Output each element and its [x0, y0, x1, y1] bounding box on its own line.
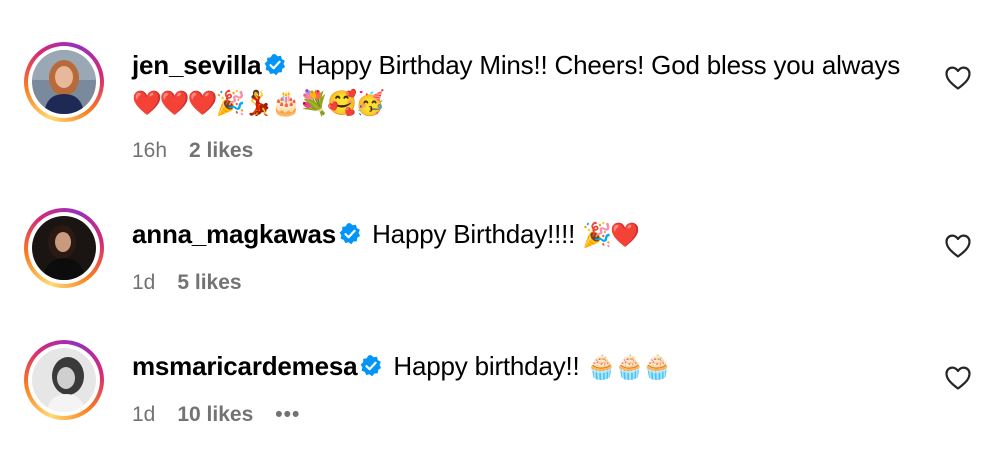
comment-likes-count[interactable]: 10 likes	[177, 403, 253, 426]
comment-username[interactable]: msmaricardemesa	[132, 351, 358, 381]
comment-emojis: ❤️❤️❤️🎉💃🎂💐🥰🥳	[132, 89, 385, 117]
comment-likes-count[interactable]: 2 likes	[189, 139, 253, 162]
avatar[interactable]	[24, 340, 104, 420]
comment-emojis: 🎉❤️	[582, 221, 640, 249]
comment-meta: 1d 10 likes •••	[132, 403, 322, 427]
avatar[interactable]	[24, 208, 104, 288]
verified-badge-icon	[360, 355, 382, 377]
comment-text: Happy Birthday Mins!! Cheers! God bless …	[297, 50, 901, 80]
comment-text: Happy birthday!!	[393, 351, 580, 381]
comment-body: msmaricardemesa Happy birthday!! 🧁🧁🧁	[132, 348, 912, 386]
comment-emojis: 🧁🧁🧁	[586, 353, 673, 381]
comment-username[interactable]: anna_magkawas	[132, 219, 336, 249]
heart-outline-icon[interactable]	[944, 233, 972, 259]
more-options-icon[interactable]: •••	[275, 403, 300, 426]
comment-timestamp[interactable]: 16h	[132, 139, 167, 162]
comment-username[interactable]: jen_sevilla	[132, 50, 262, 80]
comment-meta: 16h 2 likes	[132, 139, 275, 163]
heart-outline-icon[interactable]	[944, 65, 972, 91]
avatar[interactable]	[24, 42, 104, 122]
verified-badge-icon	[339, 223, 361, 245]
comment-meta: 1d 5 likes	[132, 271, 264, 295]
heart-outline-icon[interactable]	[944, 365, 972, 391]
comment-likes-count[interactable]: 5 likes	[177, 271, 241, 294]
comment-body: anna_magkawas Happy Birthday!!!! 🎉❤️	[132, 216, 912, 254]
comment-text: Happy Birthday!!!!	[372, 219, 576, 249]
comment-timestamp[interactable]: 1d	[132, 403, 155, 426]
verified-badge-icon	[264, 54, 286, 76]
comment-timestamp[interactable]: 1d	[132, 271, 155, 294]
comment-body: jen_sevilla Happy Birthday Mins!! Cheers…	[132, 47, 912, 122]
